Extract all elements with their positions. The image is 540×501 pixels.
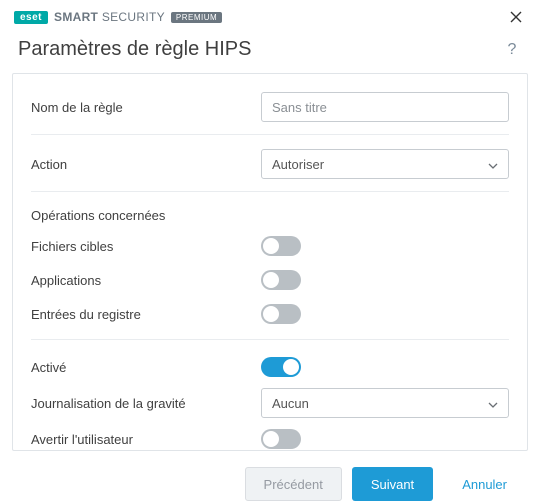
brand-eset-badge: eset (14, 11, 48, 24)
separator (31, 191, 509, 192)
previous-button[interactable]: Précédent (245, 467, 342, 501)
notify-user-toggle[interactable] (261, 429, 301, 449)
close-icon (510, 11, 522, 23)
chevron-down-icon (488, 396, 498, 411)
help-icon: ? (508, 41, 517, 59)
row-action: Action Autoriser (31, 145, 509, 183)
target-files-toggle[interactable] (261, 236, 301, 256)
row-enabled: Activé (31, 350, 509, 384)
brand-text: SMART SECURITY (54, 10, 165, 24)
operations-concerned-title: Opérations concernées (31, 202, 509, 229)
logging-severity-value: Aucun (272, 396, 309, 411)
title-bar: eset SMART SECURITY PREMIUM (0, 0, 540, 30)
enabled-toggle[interactable] (261, 357, 301, 377)
target-files-label: Fichiers cibles (31, 239, 261, 254)
logging-severity-select[interactable]: Aucun (261, 388, 509, 418)
help-button[interactable]: ? (502, 40, 522, 60)
next-button[interactable]: Suivant (352, 467, 433, 501)
dialog-footer: Précédent Suivant Annuler (0, 451, 540, 501)
row-registry-entries: Entrées du registre (31, 297, 509, 331)
brand-premium-badge: PREMIUM (171, 12, 222, 23)
cancel-button[interactable]: Annuler (443, 467, 526, 501)
row-logging-severity: Journalisation de la gravité Aucun (31, 384, 509, 422)
action-label: Action (31, 157, 261, 172)
action-select-value: Autoriser (272, 157, 324, 172)
enabled-label: Activé (31, 360, 261, 375)
row-target-files: Fichiers cibles (31, 229, 509, 263)
row-rule-name: Nom de la règle (31, 88, 509, 126)
applications-label: Applications (31, 273, 261, 288)
rule-name-label: Nom de la règle (31, 100, 261, 115)
registry-entries-toggle[interactable] (261, 304, 301, 324)
separator (31, 134, 509, 135)
page-title: Paramètres de règle HIPS (18, 38, 251, 61)
dialog-header: Paramètres de règle HIPS ? (0, 30, 540, 73)
registry-entries-label: Entrées du registre (31, 307, 261, 322)
close-button[interactable] (506, 7, 526, 27)
notify-user-label: Avertir l'utilisateur (31, 432, 261, 447)
rule-name-input[interactable] (261, 92, 509, 122)
separator (31, 339, 509, 340)
action-select[interactable]: Autoriser (261, 149, 509, 179)
settings-panel: Nom de la règle Action Autoriser Opérati… (12, 73, 528, 451)
applications-toggle[interactable] (261, 270, 301, 290)
logging-severity-label: Journalisation de la gravité (31, 396, 261, 411)
chevron-down-icon (488, 157, 498, 172)
row-applications: Applications (31, 263, 509, 297)
